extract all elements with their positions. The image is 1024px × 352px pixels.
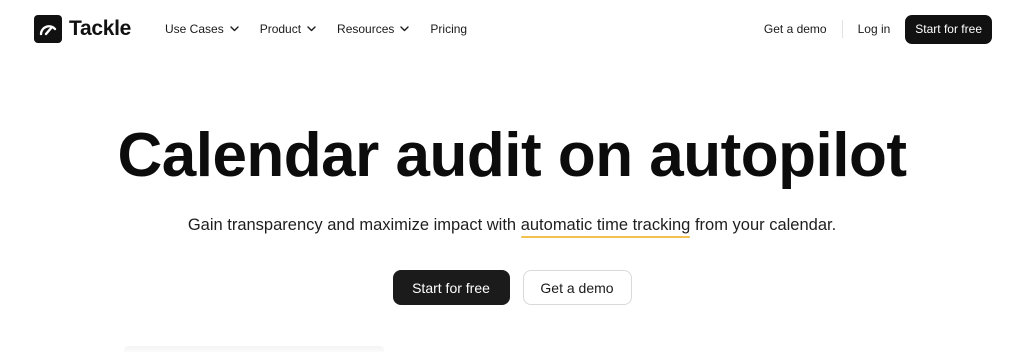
hero-cta-group: Start for free Get a demo (0, 270, 1024, 305)
nav-item-pricing[interactable]: Pricing (430, 19, 467, 39)
hero-subtitle-highlight: automatic time tracking (520, 216, 691, 238)
chevron-down-icon (307, 26, 316, 32)
hero-subtitle-text-end: from your calendar. (690, 216, 837, 234)
hero-title: Calendar audit on autopilot (117, 121, 907, 190)
nav-item-label: Product (259, 22, 302, 36)
hero-preview-edge (124, 346, 384, 352)
nav-item-label: Resources (337, 22, 395, 36)
get-demo-link[interactable]: Get a demo (764, 22, 842, 36)
nav-item-product[interactable]: Product (260, 19, 316, 39)
main-nav: Use Cases Product Resources Pricing (165, 19, 488, 39)
gauge-icon (34, 14, 62, 43)
nav-item-label: Use Cases (165, 22, 224, 36)
chevron-down-icon (229, 26, 239, 32)
nav-actions: Get a demo Log in Start for free (764, 14, 992, 44)
hero-subtitle: Gain transparency and maximize impact wi… (0, 214, 1024, 238)
start-for-free-button[interactable]: Start for free (905, 14, 992, 44)
nav-item-use-cases[interactable]: Use Cases (165, 19, 239, 39)
login-link[interactable]: Log in (843, 22, 906, 36)
brand-name: Tackle (69, 16, 132, 40)
nav-item-label: Pricing (430, 22, 468, 36)
nav-item-resources[interactable]: Resources (337, 19, 410, 39)
brand-logo[interactable]: Tackle (34, 14, 131, 43)
chevron-down-icon (400, 26, 410, 32)
top-navbar: Tackle Use Cases Product Resources Prici… (0, 0, 1024, 58)
hero-get-demo-button[interactable]: Get a demo (522, 270, 632, 305)
hero-subtitle-text: Gain transparency and maximize impact wi… (187, 216, 521, 234)
hero-start-for-free-button[interactable]: Start for free (392, 270, 510, 305)
